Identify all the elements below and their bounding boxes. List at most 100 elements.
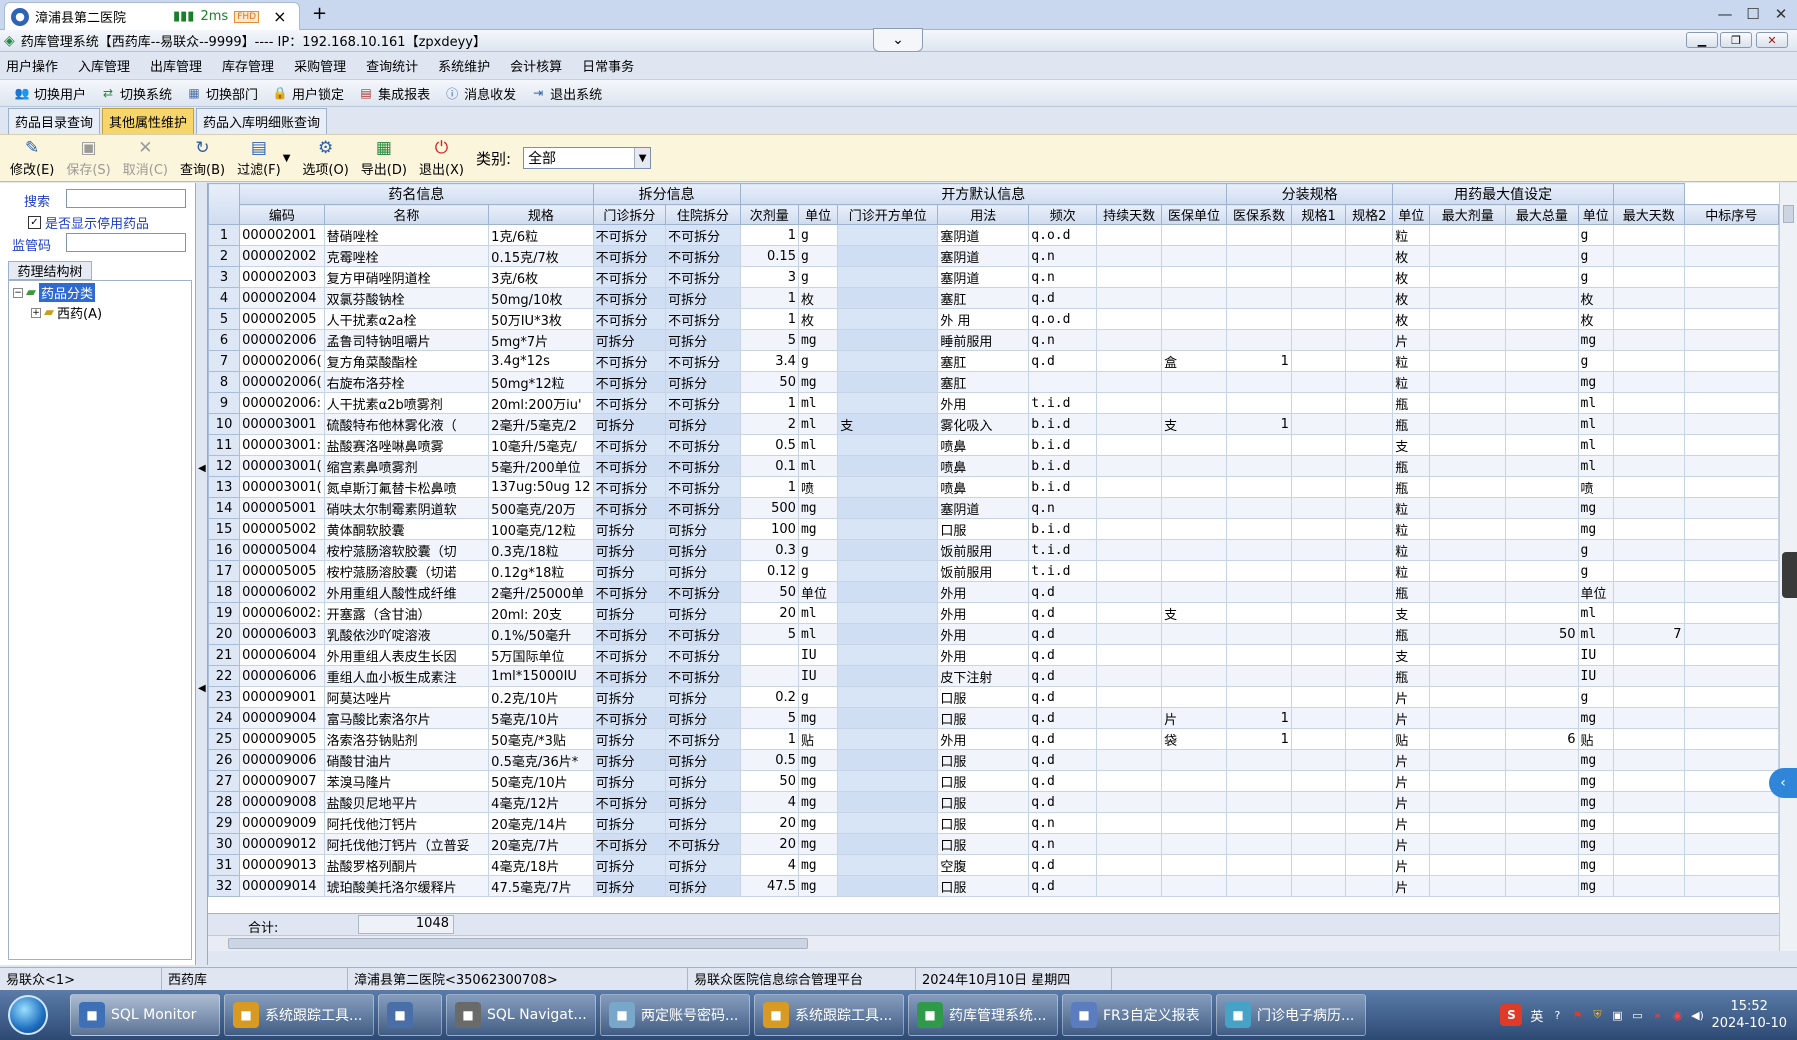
table-cell[interactable] xyxy=(1226,749,1292,771)
table-cell[interactable] xyxy=(1429,875,1507,897)
table-cell[interactable] xyxy=(1613,287,1685,309)
table-cell[interactable]: 贴 xyxy=(1392,728,1431,750)
table-cell[interactable]: mg xyxy=(1577,518,1615,540)
column-header[interactable]: 单位 xyxy=(797,204,839,225)
table-cell[interactable]: q.d xyxy=(1028,602,1098,624)
table-cell[interactable]: 4 xyxy=(739,854,799,876)
reports-button[interactable]: ▤ 集成报表 xyxy=(358,84,430,103)
table-cell[interactable]: 不可拆分 xyxy=(665,833,741,855)
table-cell[interactable]: 不可拆分 xyxy=(592,581,667,603)
table-cell[interactable]: 粒 xyxy=(1392,539,1431,561)
table-cell[interactable]: 000002006( xyxy=(239,371,325,393)
table-cell[interactable]: 不可拆分 xyxy=(665,728,741,750)
table-cell[interactable]: 片 xyxy=(1161,707,1228,729)
table-cell[interactable] xyxy=(1613,245,1685,267)
table-cell[interactable] xyxy=(1161,539,1228,561)
table-cell[interactable] xyxy=(1429,854,1507,876)
table-cell[interactable] xyxy=(1613,539,1685,561)
table-cell[interactable] xyxy=(1096,476,1163,498)
table-cell[interactable] xyxy=(1683,371,1779,393)
table-cell[interactable]: 不可拆分 xyxy=(592,245,667,267)
table-cell[interactable] xyxy=(1226,770,1292,792)
table-cell[interactable] xyxy=(1683,875,1779,897)
table-cell[interactable]: 可拆分 xyxy=(592,518,667,540)
table-cell[interactable]: mg xyxy=(797,749,839,771)
table-cell[interactable] xyxy=(1613,266,1685,288)
table-cell[interactable] xyxy=(1226,476,1292,498)
table-cell[interactable]: mg xyxy=(797,875,839,897)
table-cell[interactable]: 贴 xyxy=(1577,728,1615,750)
table-cell[interactable] xyxy=(1226,602,1292,624)
table-cell[interactable]: 不可拆分 xyxy=(592,455,667,477)
table-cell[interactable] xyxy=(1345,707,1394,729)
table-cell[interactable] xyxy=(1683,581,1779,603)
table-cell[interactable]: 支 xyxy=(1392,602,1431,624)
table-cell[interactable] xyxy=(1096,371,1163,393)
table-cell[interactable] xyxy=(1505,266,1579,288)
table-cell[interactable]: 20ml: 20支 xyxy=(488,602,594,624)
table-cell[interactable]: 不可拆分 xyxy=(592,791,667,813)
table-cell[interactable]: 开塞露（含甘油） xyxy=(323,602,490,624)
column-header[interactable]: 医保系数 xyxy=(1226,204,1292,225)
table-cell[interactable]: 0.3克/18粒 xyxy=(488,539,594,561)
tree-node-western[interactable]: + ▰ 西药(A) xyxy=(31,303,102,322)
column-header[interactable]: 编码 xyxy=(239,204,325,225)
table-cell[interactable]: 0.3 xyxy=(739,539,799,561)
table-cell[interactable]: 1 xyxy=(1226,728,1292,750)
table-cell[interactable] xyxy=(1096,602,1163,624)
table-cell[interactable]: ml xyxy=(1577,413,1615,435)
table-row[interactable]: 24 000009004 富马酸比索洛尔片 5毫克/10片 不可拆分 可拆分 5 mg 口服 q.… xyxy=(208,707,1779,729)
table-cell[interactable] xyxy=(1161,791,1228,813)
table-cell[interactable]: 000005002 xyxy=(239,518,325,540)
table-cell[interactable] xyxy=(1345,371,1394,393)
table-cell[interactable] xyxy=(1429,602,1507,624)
table-cell[interactable] xyxy=(1613,329,1685,351)
table-cell[interactable] xyxy=(837,371,939,393)
table-cell[interactable] xyxy=(837,665,939,687)
column-header[interactable]: 最大总量 xyxy=(1505,204,1579,225)
table-cell[interactable] xyxy=(1226,644,1292,666)
table-cell[interactable] xyxy=(1096,749,1163,771)
table-cell[interactable]: 000006002 xyxy=(239,581,325,603)
table-cell[interactable]: 粒 xyxy=(1392,371,1431,393)
table-cell[interactable]: 不可拆分 xyxy=(665,623,741,645)
table-cell[interactable] xyxy=(1226,371,1292,393)
table-cell[interactable] xyxy=(1613,434,1685,456)
column-header[interactable]: 用法 xyxy=(937,204,1030,225)
table-cell[interactable]: 7 xyxy=(1613,623,1685,645)
table-cell[interactable]: 6 xyxy=(1505,728,1579,750)
table-cell[interactable]: 饭前服用 xyxy=(937,539,1030,561)
table-cell[interactable]: 塞阴道 xyxy=(937,245,1030,267)
table-cell[interactable] xyxy=(1613,581,1685,603)
table-cell[interactable] xyxy=(1505,644,1579,666)
table-cell[interactable] xyxy=(1226,812,1292,834)
table-cell[interactable]: 不可拆分 xyxy=(592,707,667,729)
table-cell[interactable] xyxy=(1613,791,1685,813)
table-cell[interactable]: 5万国际单位 xyxy=(488,644,594,666)
table-cell[interactable]: 喷 xyxy=(1577,476,1615,498)
table-cell[interactable]: b.i.d xyxy=(1028,476,1098,498)
table-cell[interactable]: g xyxy=(797,350,839,372)
table-cell[interactable] xyxy=(1683,266,1779,288)
browser-tab[interactable]: ● 漳浦县第二医院 ▮▮▮ 2ms FHD × xyxy=(4,2,300,30)
column-header[interactable]: 最大天数 xyxy=(1613,204,1685,225)
table-cell[interactable] xyxy=(1096,833,1163,855)
app-minimize-button[interactable]: ▁ xyxy=(1686,32,1718,48)
table-cell[interactable] xyxy=(1345,749,1394,771)
table-cell[interactable] xyxy=(1613,350,1685,372)
menu-purchase[interactable]: 采购管理 xyxy=(294,56,346,75)
table-cell[interactable] xyxy=(837,644,939,666)
taskbar-app[interactable]: ■ 门诊电子病历... xyxy=(1216,994,1366,1036)
exit-system-button[interactable]: ⇥ 退出系统 xyxy=(530,84,602,103)
table-cell[interactable] xyxy=(1429,455,1507,477)
options-button[interactable]: ⚙ 选项(O) xyxy=(302,138,348,178)
horizontal-scrollbar[interactable] xyxy=(208,935,1779,951)
table-cell[interactable]: g xyxy=(1577,350,1615,372)
table-row[interactable]: 18 000006002 外用重组人酸性成纤维 2毫升/25000单 不可拆分 不可拆分 5… xyxy=(208,581,1779,603)
table-cell[interactable]: 人干扰素α2b喷雾剂 xyxy=(323,392,490,414)
table-row[interactable]: 2 000002002 克霉唑栓 0.15克/7枚 不可拆分 不可拆分 0.15 g 塞阴道 q.… xyxy=(208,245,1779,267)
table-cell[interactable]: 0.2 xyxy=(739,686,799,708)
minimize-icon[interactable]: — xyxy=(1712,2,1738,26)
table-cell[interactable]: 20 xyxy=(739,833,799,855)
table-cell[interactable] xyxy=(1345,245,1394,267)
